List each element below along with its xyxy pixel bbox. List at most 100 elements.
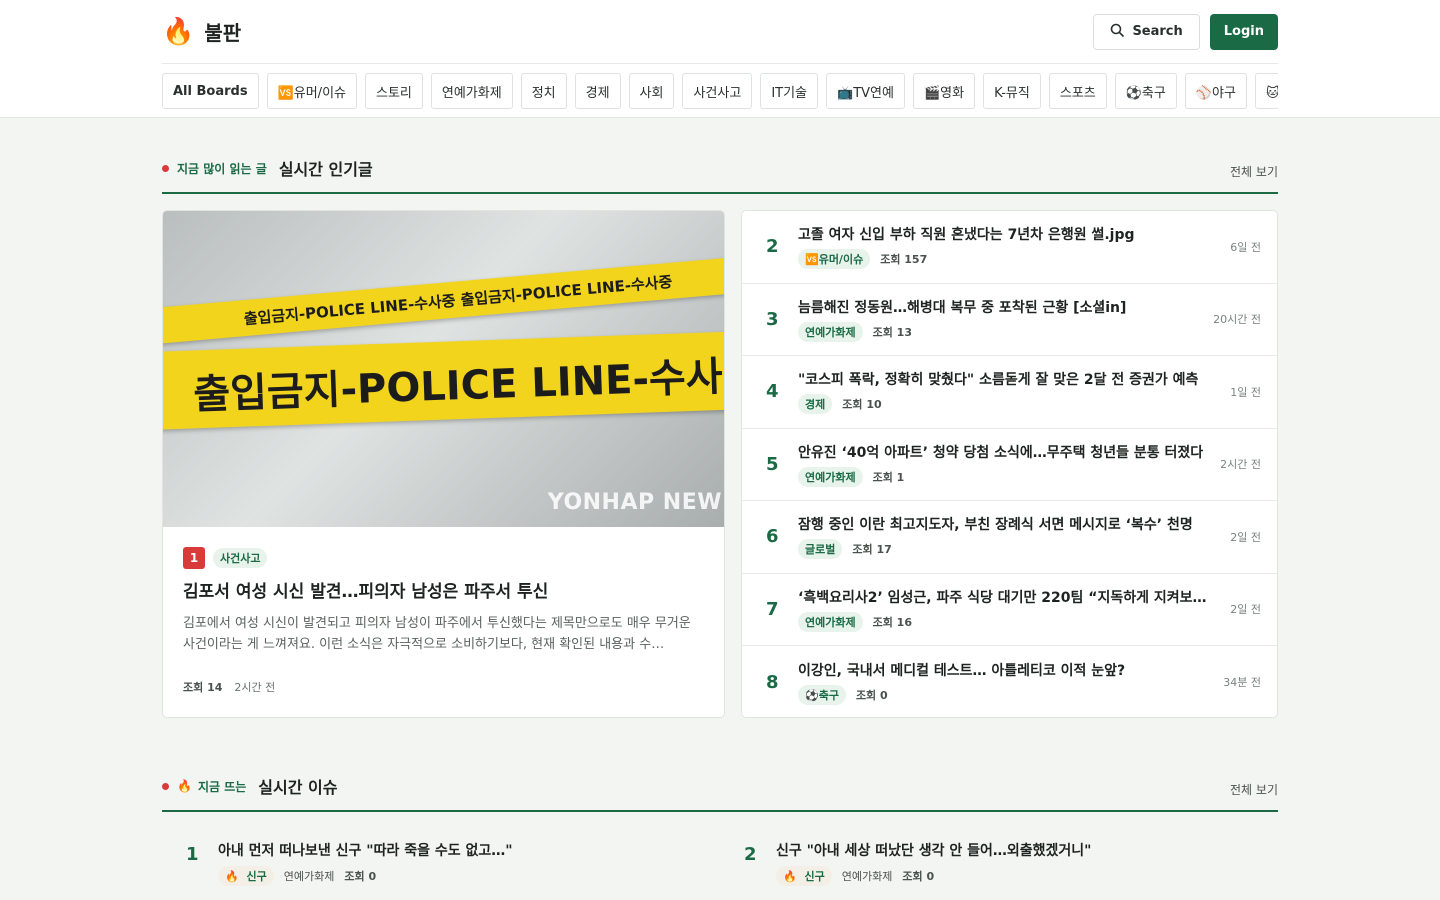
category-label[interactable]: 연예가화제: [284, 868, 335, 884]
post-time: 2일 전: [1230, 530, 1261, 544]
board-tab[interactable]: 경제: [574, 73, 621, 109]
issue-tag[interactable]: 🔥 신구: [776, 866, 832, 886]
feature-title[interactable]: 김포서 여성 시신 발견…피의자 남성은 파주서 투신: [183, 581, 704, 605]
post-time: 34분 전: [1223, 676, 1261, 690]
issue-tag-label: 신구: [246, 870, 267, 883]
board-tab[interactable]: 사건사고: [682, 73, 753, 109]
board-tab[interactable]: All Boards: [162, 73, 259, 109]
board-tab[interactable]: K-뮤직: [983, 73, 1041, 109]
rank-number: 4: [766, 381, 779, 403]
board-tab[interactable]: 정치: [520, 73, 567, 109]
list-item[interactable]: 3 늠름해진 정동원…해병대 복무 중 포착된 근황 [소셜in] 연예가화제 …: [742, 284, 1277, 356]
hot-section-header: 지금 많이 읽는 글 실시간 인기글 전체 보기: [162, 118, 1278, 194]
rank-badge: 1: [183, 547, 205, 569]
issues-more-link[interactable]: 전체 보기: [1230, 781, 1278, 798]
fire-icon: 🔥: [225, 869, 239, 883]
issues-section-header: 🔥 지금 뜨는 실시간 이슈 전체 보기: [162, 736, 1278, 812]
post-time: 6일 전: [1230, 240, 1261, 254]
category-tag[interactable]: 연예가화제: [798, 466, 863, 487]
post-time: 2시간 전: [234, 681, 276, 694]
post-title[interactable]: 안유진 ‘40억 아파트’ 청약 당첨 소식에…무주택 청년들 분통 터졌다: [798, 442, 1212, 462]
issue-tag-label: 신구: [804, 870, 825, 883]
board-tab[interactable]: 📺TV연예: [826, 73, 905, 109]
feature-post-card[interactable]: 출입금지-POLICE LINE-수사중 출입금지-POLICE LINE-수사…: [162, 210, 725, 718]
view-count: 조회 0: [902, 870, 935, 883]
view-count: 조회 157: [880, 253, 928, 267]
rank-number: 5: [766, 453, 779, 475]
rank-number: 8: [766, 671, 779, 693]
search-icon: [1110, 23, 1125, 41]
list-item[interactable]: 1 아내 먼저 떠나보낸 신구 "따라 죽을 수도 없고…" 🔥 신구 연예가화…: [162, 828, 720, 892]
post-time: 1일 전: [1230, 385, 1261, 399]
post-title[interactable]: 이강인, 국내서 메디컬 테스트… 아틀레티코 이적 눈앞?: [798, 660, 1215, 680]
board-tab[interactable]: IT기술: [760, 73, 819, 109]
board-tab[interactable]: 스토리: [365, 73, 423, 109]
live-dot: [162, 164, 169, 172]
post-title[interactable]: 신구 "아내 세상 떠났단 생각 안 들어…외출했겠거니": [776, 840, 1091, 860]
category-tag[interactable]: 글로벌: [798, 539, 843, 560]
header: 🔥 불판 Search Login: [162, 0, 1278, 64]
post-title[interactable]: 잠행 중인 이란 최고지도자, 부친 장례식 서면 메시지로 ‘복수’ 천명: [798, 514, 1218, 534]
feature-excerpt: 김포에서 여성 시신이 발견되고 피의자 남성이 파주에서 투신했다는 제목만으…: [183, 615, 691, 652]
site-logo[interactable]: 🔥 불판: [162, 17, 241, 46]
view-count: 조회 13: [872, 325, 912, 339]
list-item[interactable]: 2 신구 "아내 세상 떠났단 생각 안 들어…외출했겠거니" 🔥 신구 연예가…: [720, 828, 1278, 892]
board-tab[interactable]: 스포츠: [1048, 73, 1107, 109]
post-time: 2일 전: [1230, 603, 1261, 617]
board-tab[interactable]: ⚾야구: [1184, 73, 1247, 109]
rank-number: 1: [186, 844, 199, 865]
board-tab[interactable]: 🎬영화: [912, 73, 976, 109]
category-tag[interactable]: ⚽축구: [798, 684, 846, 705]
post-title[interactable]: "코스피 폭락, 정확히 맞췄다" 소름돋게 잘 맞은 2달 전 증권가 예측: [798, 369, 1218, 389]
post-title[interactable]: 고졸 여자 신입 부하 직원 혼냈다는 7년차 은행원 썰.jpg: [798, 224, 1218, 244]
rank-number: 6: [766, 526, 779, 548]
view-count: 조회 10: [842, 398, 882, 412]
list-item[interactable]: 8 이강인, 국내서 메디컬 테스트… 아틀레티코 이적 눈앞? ⚽축구 조회 …: [742, 646, 1277, 717]
post-title[interactable]: ‘흑백요리사2’ 임성근, 파주 식당 대기만 220팀 “지독하게 지켜보겠다…: [798, 587, 1218, 607]
list-item[interactable]: 2 고졸 여자 신입 부하 직원 혼냈다는 7년차 은행원 썰.jpg 🆚유머/…: [742, 211, 1277, 284]
site-name: 불판: [204, 21, 242, 45]
image-watermark: YONHAP NEW: [547, 490, 722, 515]
list-item[interactable]: 4 "코스피 폭락, 정확히 맞췄다" 소름돋게 잘 맞은 2달 전 증권가 예…: [742, 356, 1277, 429]
view-count: 조회 14: [183, 681, 223, 694]
view-count: 조회 17: [852, 543, 892, 557]
fire-icon: 🔥: [783, 869, 797, 883]
view-count: 조회 0: [855, 688, 888, 702]
category-tag[interactable]: 사건사고: [213, 548, 268, 568]
post-title[interactable]: 늠름해진 정동원…해병대 복무 중 포착된 근황 [소셜in]: [798, 297, 1205, 317]
hot-section-title: 실시간 인기글: [278, 160, 373, 179]
category-tag[interactable]: 연예가화제: [798, 611, 863, 632]
list-item[interactable]: 7 ‘흑백요리사2’ 임성근, 파주 식당 대기만 220팀 “지독하게 지켜보…: [742, 574, 1277, 646]
feature-image: 출입금지-POLICE LINE-수사중 출입금지-POLICE LINE-수사…: [163, 211, 724, 527]
category-tag[interactable]: 🆚유머/이슈: [798, 249, 871, 270]
rank-number: 2: [766, 236, 779, 258]
hot-more-link[interactable]: 전체 보기: [1230, 163, 1278, 180]
ranking-list: 2 고졸 여자 신입 부하 직원 혼냈다는 7년차 은행원 썰.jpg 🆚유머/…: [741, 210, 1278, 718]
post-time: 20시간 전: [1213, 313, 1261, 327]
image-tape-small: 출입금지-POLICE LINE-수사중 출입금지-POLICE LINE-수사…: [163, 251, 724, 347]
list-item[interactable]: 5 안유진 ‘40억 아파트’ 청약 당첨 소식에…무주택 청년들 분통 터졌다…: [742, 429, 1277, 501]
category-label[interactable]: 연예가화제: [842, 868, 893, 884]
login-button[interactable]: Login: [1209, 13, 1278, 50]
category-tag[interactable]: 경제: [798, 394, 833, 415]
search-button[interactable]: Search: [1093, 13, 1200, 50]
board-tabs: All Boards 🆚유머/이슈 스토리 연예가화제 정치 경제 사회 사건사…: [162, 73, 1278, 109]
board-tab[interactable]: 🆚유머/이슈: [266, 73, 357, 109]
fire-icon: 🔥: [162, 16, 195, 47]
search-label: Search: [1132, 24, 1183, 39]
main-content: 지금 많이 읽는 글 실시간 인기글 전체 보기 출입금지-POLICE LIN…: [162, 118, 1278, 892]
board-tab[interactable]: 사회: [628, 73, 675, 109]
category-tag[interactable]: 연예가화제: [798, 321, 863, 342]
board-tab[interactable]: 🐱반려: [1254, 73, 1278, 109]
hot-eyebrow: 지금 많이 읽는 글: [177, 161, 267, 176]
post-title[interactable]: 아내 먼저 떠나보낸 신구 "따라 죽을 수도 없고…": [218, 840, 513, 860]
rank-number: 3: [766, 308, 779, 330]
image-tape-large: 출입금지-POLICE LINE-수사: [163, 329, 724, 431]
fire-icon: 🔥: [177, 779, 192, 793]
top-bar: 🔥 불판 Search Login All Boards 🆚유머/이슈 스토리 …: [0, 0, 1440, 118]
list-item[interactable]: 6 잠행 중인 이란 최고지도자, 부친 장례식 서면 메시지로 ‘복수’ 천명…: [742, 501, 1277, 574]
board-tab[interactable]: 연예가화제: [430, 73, 513, 109]
board-tab[interactable]: ⚽축구: [1114, 73, 1177, 109]
view-count: 조회 0: [344, 870, 377, 883]
issue-tag[interactable]: 🔥 신구: [218, 866, 274, 886]
